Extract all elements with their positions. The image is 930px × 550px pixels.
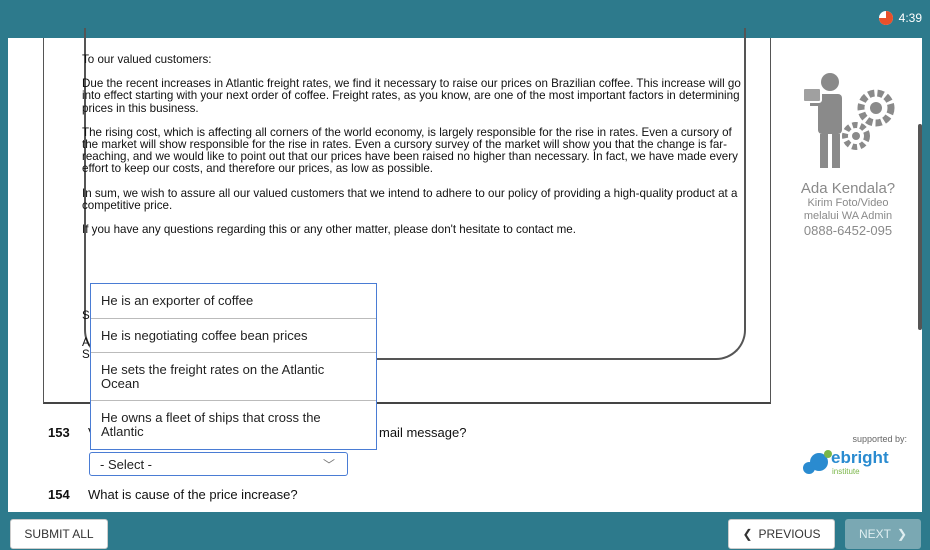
dropdown-option[interactable]: He is an exporter of coffee [91,284,376,319]
help-panel: Ada Kendala? Kirim Foto/Video melalui WA… [783,68,913,238]
select-value: - Select - [100,457,153,472]
brand-logo-icon [803,450,832,474]
letter-paragraph: The rising cost, which is affecting all … [82,125,738,176]
letter-greeting: To our valued customers: [82,53,212,66]
letter-paragraph: In sum, we wish to assure all our valued… [82,186,738,212]
letter-text: To our valued customers: Due the recent … [82,53,742,248]
chevron-left-icon: ❮ [742,527,753,541]
dropdown-option[interactable]: He is negotiating coffee bean prices [91,320,376,353]
answer-dropdown-list: He is an exporter of coffee He is negoti… [90,283,377,450]
answer-select[interactable]: - Select - ﹀ [89,452,348,476]
scrollbar[interactable] [918,124,922,330]
next-label: NEXT [858,527,891,541]
question-text: What is cause of the price increase? [88,487,298,502]
next-button[interactable]: NEXT ❯ [845,519,921,549]
help-phone: 0888-6452-095 [803,223,893,238]
letter-paragraph: If you have any questions regarding this… [82,223,576,237]
previous-label: PREVIOUS [758,527,821,541]
help-question: Ada Kendala? [800,180,896,197]
brand-supported-by: supported by: [852,434,907,444]
frame-left [0,38,8,512]
timer: 4:39 [878,11,922,25]
question-number: 153 [48,425,70,440]
dropdown-option[interactable]: He sets the freight rates on the Atlanti… [91,354,376,401]
previous-button[interactable]: ❮ PREVIOUS [728,519,835,549]
timer-value: 4:39 [898,11,922,25]
question-number: 154 [48,487,70,502]
bottom-bar: SUBMIT ALL ❮ PREVIOUS NEXT ❯ [0,512,930,550]
letter-paragraph: Due the recent increases in Atlantic fre… [82,77,741,115]
sponsor-logo: supported by: ebright institute [801,434,911,484]
help-instruction: Kirim Foto/Video [807,197,889,209]
chevron-down-icon: ﹀ [322,458,335,472]
dropdown-option[interactable]: He owns a fleet of ships that cross the … [91,402,376,449]
brand-name: ebright [831,448,889,467]
chevron-right-icon: ❯ [896,527,908,541]
frame-right [922,38,930,512]
question-text-end: mail message? [379,425,467,440]
clock-icon [878,11,893,25]
submit-all-button[interactable]: SUBMIT ALL [10,519,108,549]
submit-all-label: SUBMIT ALL [24,527,94,541]
help-channel: melalui WA Admin [803,210,893,222]
brand-sub: institute [832,467,860,476]
technician-gears-icon [802,73,895,168]
letter-sign-fragment: S [82,309,90,322]
letter-sign-fragment: S [82,348,90,361]
